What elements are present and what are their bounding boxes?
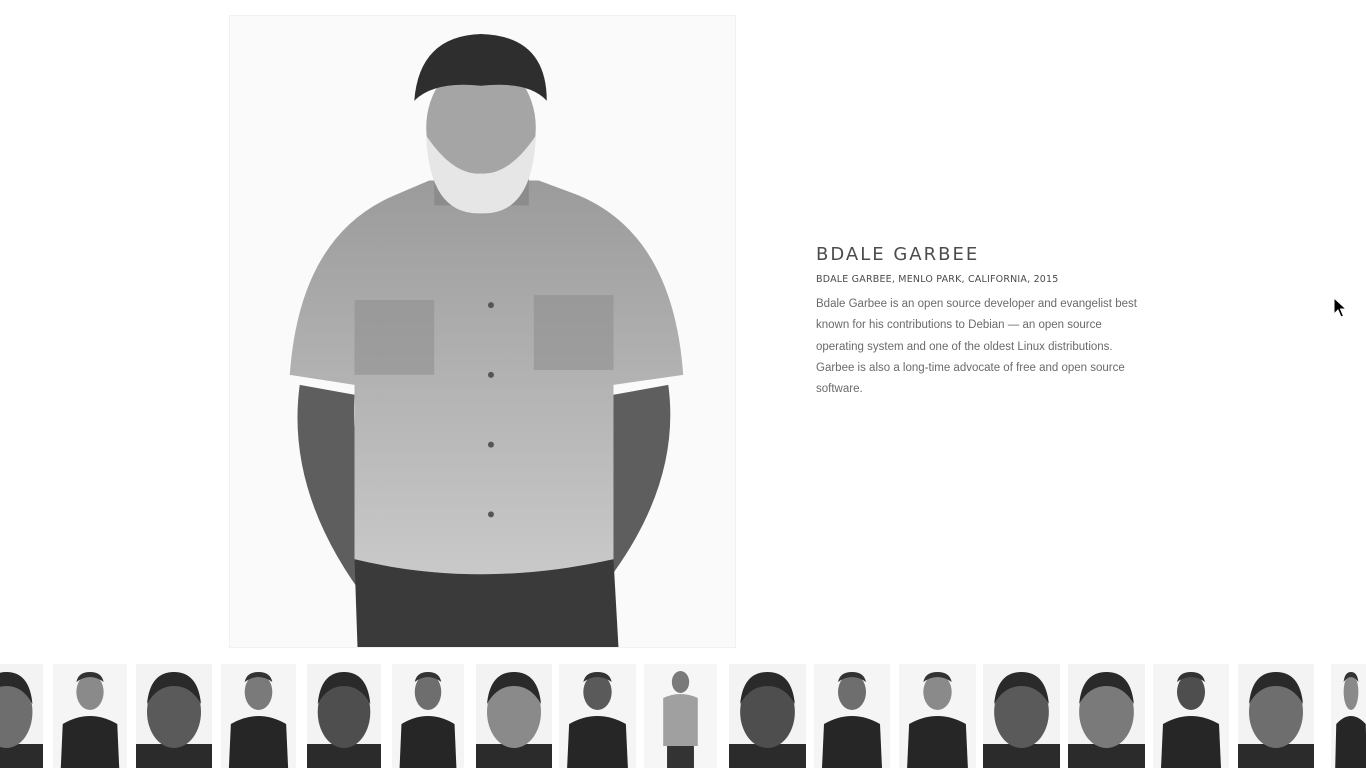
portrait-thumbnail[interactable]: [1331, 664, 1366, 768]
thumbnail-strip[interactable]: [0, 664, 1366, 768]
featured-info: BDALE GARBEE BDALE GARBEE, MENLO PARK, C…: [816, 244, 1146, 400]
portrait-thumbnail[interactable]: [476, 664, 552, 768]
person-name: BDALE GARBEE: [816, 244, 980, 265]
mouse-cursor-icon: [1333, 297, 1347, 318]
portrait-thumbnail[interactable]: [53, 664, 127, 768]
portrait-thumbnail[interactable]: [814, 664, 890, 768]
portrait-thumbnail[interactable]: [559, 664, 636, 768]
portrait-thumbnail[interactable]: [899, 664, 976, 768]
portrait-thumbnail[interactable]: [644, 664, 717, 768]
portrait-thumbnail[interactable]: [392, 664, 464, 768]
portrait-thumbnail[interactable]: [729, 664, 806, 768]
featured-portrait: [229, 15, 736, 648]
portrait-thumbnail[interactable]: [221, 664, 296, 768]
portrait-thumbnail[interactable]: [136, 664, 212, 768]
person-bio: Bdale Garbee is an open source developer…: [816, 298, 1137, 396]
portrait-thumbnail[interactable]: [1068, 664, 1145, 768]
portrait-thumbnail[interactable]: [1153, 664, 1229, 768]
portrait-photo-icon: [230, 16, 735, 647]
portrait-thumbnail[interactable]: [983, 664, 1060, 768]
portrait-thumbnail[interactable]: [0, 664, 43, 768]
photo-caption: BDALE GARBEE, MENLO PARK, CALIFORNIA, 20…: [816, 274, 1059, 285]
portrait-thumbnail[interactable]: [307, 664, 381, 768]
portrait-thumbnail[interactable]: [1238, 664, 1314, 768]
